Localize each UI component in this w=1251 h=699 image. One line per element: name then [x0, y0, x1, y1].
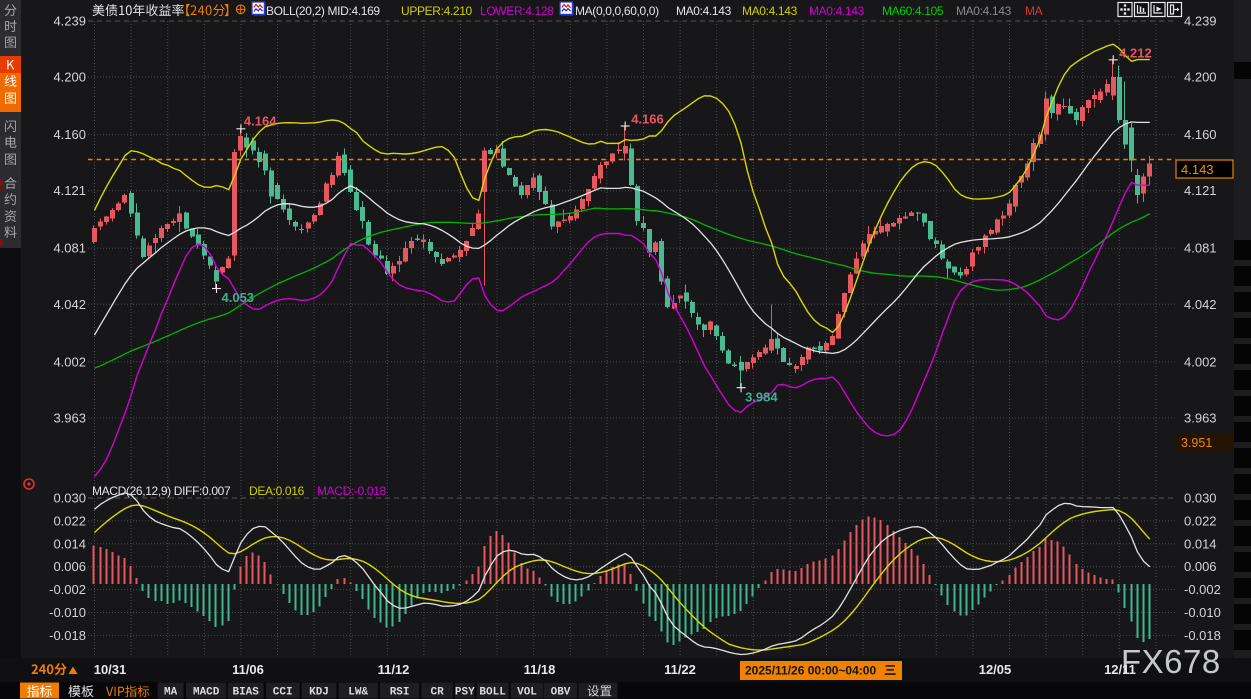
svg-text:4.002: 4.002	[53, 354, 86, 369]
svg-text:4.121: 4.121	[53, 183, 86, 198]
svg-text:OBV: OBV	[551, 687, 571, 699]
svg-text:4.053: 4.053	[222, 290, 255, 305]
svg-text:DEA:0.016: DEA:0.016	[249, 484, 305, 498]
svg-text:11/12: 11/12	[378, 662, 410, 677]
svg-text:MA0:4.143: MA0:4.143	[956, 4, 1012, 18]
svg-text:MA0:4.143: MA0:4.143	[809, 4, 865, 18]
svg-text:4.200: 4.200	[1184, 70, 1217, 85]
svg-text:MA60:4.105: MA60:4.105	[882, 4, 944, 18]
svg-text:12/05: 12/05	[979, 662, 1012, 677]
svg-text:0.014: 0.014	[1184, 536, 1217, 551]
svg-text:3.984: 3.984	[745, 390, 778, 405]
svg-text:-0.018: -0.018	[49, 628, 86, 643]
svg-text:0.014: 0.014	[53, 536, 86, 551]
svg-text:0.022: 0.022	[53, 513, 86, 528]
svg-text:3.951: 3.951	[1181, 436, 1212, 450]
svg-text:0.030: 0.030	[53, 491, 86, 506]
svg-text:12/11: 12/11	[1104, 662, 1136, 677]
svg-text:PSY: PSY	[455, 687, 475, 699]
svg-text:LOWER:4.128: LOWER:4.128	[480, 4, 554, 18]
svg-text:4.239: 4.239	[1184, 14, 1217, 29]
svg-text:11/18: 11/18	[524, 662, 556, 677]
svg-text:4.002: 4.002	[1184, 354, 1217, 369]
svg-text:4.160: 4.160	[1184, 127, 1217, 142]
svg-text:MACD(26,12,9) DIFF:0.007: MACD(26,12,9) DIFF:0.007	[92, 484, 231, 498]
svg-text:3.963: 3.963	[53, 411, 86, 426]
svg-text:0.006: 0.006	[53, 559, 86, 574]
svg-text:MACD:-0.018: MACD:-0.018	[317, 484, 387, 498]
svg-text:BIAS: BIAS	[232, 687, 259, 699]
svg-text:4.042: 4.042	[1184, 297, 1217, 312]
svg-text:10/31: 10/31	[94, 662, 127, 677]
svg-text:4.160: 4.160	[53, 127, 86, 142]
svg-text:KDJ: KDJ	[309, 687, 329, 699]
svg-text:VOL: VOL	[517, 687, 537, 699]
svg-text:MA: MA	[164, 687, 178, 699]
svg-text:MA0:4.143: MA0:4.143	[742, 4, 798, 18]
svg-text:0.030: 0.030	[1184, 491, 1217, 506]
svg-text:4.212: 4.212	[1119, 45, 1152, 60]
svg-text:0.022: 0.022	[1184, 513, 1217, 528]
svg-text:2025/11/26 00:00~04:00: 2025/11/26 00:00~04:00	[745, 664, 876, 678]
svg-text:MA0:4.143: MA0:4.143	[676, 4, 732, 18]
svg-text:BOLL(20,2) MID:4.169: BOLL(20,2) MID:4.169	[266, 4, 380, 18]
svg-text:-0.010: -0.010	[49, 605, 86, 620]
svg-text:4.081: 4.081	[53, 241, 86, 256]
svg-text:4.081: 4.081	[1184, 241, 1217, 256]
svg-text:-0.010: -0.010	[1184, 605, 1221, 620]
svg-text:4.200: 4.200	[53, 70, 86, 85]
svg-text:BOLL: BOLL	[479, 687, 506, 699]
svg-text:4.143: 4.143	[1181, 162, 1214, 177]
svg-text:11/22: 11/22	[664, 662, 696, 677]
svg-text:RSI: RSI	[390, 687, 410, 699]
svg-text:-0.002: -0.002	[1184, 582, 1221, 597]
svg-text:CCI: CCI	[273, 687, 293, 699]
svg-text:FX678: FX678	[1121, 643, 1221, 680]
svg-text:0.006: 0.006	[1184, 559, 1217, 574]
svg-text:4.121: 4.121	[1184, 183, 1217, 198]
svg-text:MA(0,0,0,60,0,0): MA(0,0,0,60,0,0)	[575, 4, 659, 18]
svg-text:LW&: LW&	[348, 687, 368, 699]
svg-text:-0.018: -0.018	[1184, 628, 1221, 643]
svg-text:3.963: 3.963	[1184, 411, 1217, 426]
svg-text:4.166: 4.166	[631, 112, 664, 127]
svg-text:UPPER:4.210: UPPER:4.210	[401, 4, 473, 18]
svg-text:4.042: 4.042	[53, 297, 86, 312]
svg-text:MACD: MACD	[193, 687, 220, 699]
svg-text:4.239: 4.239	[53, 14, 86, 29]
svg-text:CR: CR	[430, 687, 444, 699]
svg-text:11/06: 11/06	[232, 662, 264, 677]
svg-text:-0.002: -0.002	[49, 582, 86, 597]
svg-text:4.164: 4.164	[244, 113, 277, 128]
svg-text:MA: MA	[1025, 4, 1043, 18]
